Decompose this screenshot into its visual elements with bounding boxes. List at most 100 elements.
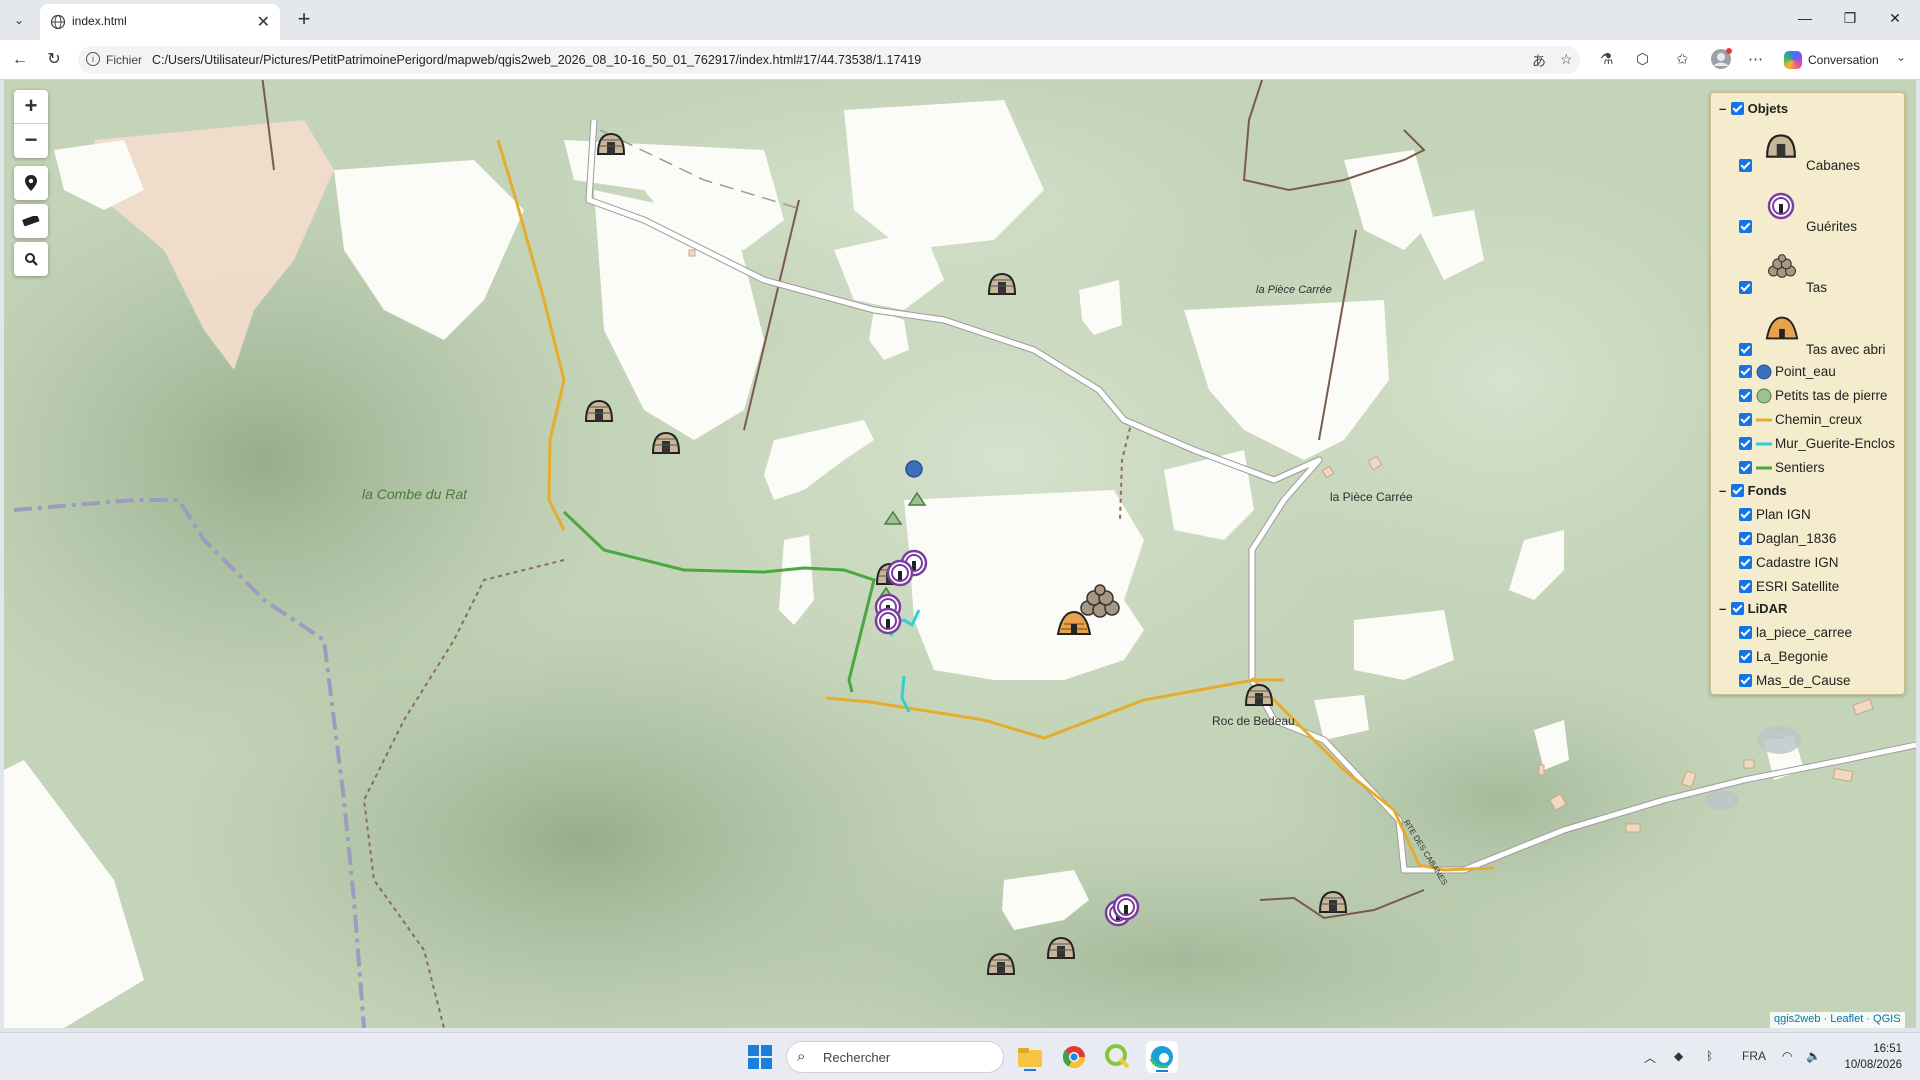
browser-titlebar: ⌄ index.html ✕ + — ❐ ✕ [0,0,1920,40]
browser-tab[interactable]: index.html ✕ [40,4,280,40]
back-icon[interactable]: ← [8,48,32,72]
qgis-icon[interactable] [1102,1041,1134,1073]
sentiers-legend-icon [1756,466,1772,470]
extension-icon[interactable]: ⚗ [1600,50,1613,68]
volume-icon[interactable]: 🔈 [1806,1049,1821,1063]
map-search-button[interactable] [14,242,48,276]
info-icon[interactable]: i [86,52,100,66]
clock-time: 16:51 [1873,1043,1902,1055]
tray-app-icon[interactable]: ◆ [1674,1049,1683,1063]
file-explorer-icon[interactable] [1014,1041,1046,1073]
legend-item-mur[interactable]: Mur_Guerite-Enclos [1739,435,1895,451]
address-prefix: Fichier [106,53,143,67]
globe-icon [50,14,66,30]
reload-icon[interactable]: ↻ [42,48,66,72]
minimize-icon[interactable]: — [1790,10,1820,26]
clock[interactable]: 16:51 10/08/2026 [1832,1041,1902,1073]
copilot-label: Conversation [1808,53,1879,67]
legend-item-petits-tas[interactable]: Petits tas de pierre [1739,387,1888,404]
search-icon [25,253,38,266]
taskbar-search[interactable]: ⌕ Rechercher [786,1041,1004,1073]
chemin-creux-legend-icon [1756,418,1772,422]
map-attribution[interactable]: qgis2web · Leaflet · QGIS [1770,1012,1905,1028]
chrome-icon[interactable] [1058,1041,1090,1073]
tas-legend-icon [1765,253,1799,282]
mur-legend-icon [1756,442,1772,446]
language-indicator[interactable]: FRA [1742,1049,1766,1063]
zoom-in-button[interactable]: + [14,90,48,124]
copilot-icon [1784,51,1802,69]
locate-pin-button[interactable] [14,166,48,200]
leaflet-map[interactable]: la Combe du Rat la Pièce Carrée la Pièce… [4,80,1916,1028]
tray-chevron-icon[interactable]: ︿ [1644,1049,1656,1066]
bluetooth-icon[interactable]: ᛒ [1706,1049,1713,1063]
guerite-marker[interactable] [1112,892,1140,922]
new-tab-icon[interactable]: + [290,6,318,34]
place-label-combe: la Combe du Rat [362,486,468,502]
point-eau-legend-icon [1756,364,1772,380]
copilot-conversation-button[interactable]: Conversation [1780,47,1890,73]
tas-abri-legend-icon [1765,315,1799,344]
legend-item-tas[interactable]: Tas [1739,279,1827,295]
legend-item-cadastre[interactable]: Cadastre IGN [1739,554,1839,570]
legend-item-sentiers[interactable]: Sentiers [1739,459,1825,475]
legend-item-point-eau[interactable]: Point_eau [1739,363,1836,380]
favorites-icon[interactable]: ✩ [1676,50,1689,68]
group-objets[interactable]: – Objets [1719,101,1788,116]
legend-item-tas-avec-abri[interactable]: Tas avec abri [1739,341,1886,357]
place-label-piece-carree-italic: la Pièce Carrée [1256,284,1332,296]
taskbar-search-placeholder: Rechercher [823,1050,891,1065]
legend-item-chemin-creux[interactable]: Chemin_creux [1739,411,1862,427]
restore-icon[interactable]: ❐ [1835,10,1865,27]
cabane-marker[interactable] [987,270,1017,296]
cabane-marker[interactable] [596,130,626,156]
cabane-marker[interactable] [1046,934,1076,960]
petits-tas-legend-icon [1756,388,1772,404]
close-tab-icon[interactable]: ✕ [257,12,270,32]
extensions-puzzle-icon[interactable]: ⬡ [1636,50,1649,68]
legend-item-esri[interactable]: ESRI Satellite [1739,578,1839,594]
group-lidar[interactable]: – LiDAR [1719,601,1787,616]
guerite-marker[interactable] [886,558,914,588]
search-icon: ⌕ [797,1048,806,1065]
tab-title: index.html [72,14,127,28]
cabane-marker[interactable] [584,397,614,423]
legend-item-daglan[interactable]: Daglan_1836 [1739,530,1836,546]
more-menu-icon[interactable]: ⋯ [1748,50,1763,68]
place-label-piece-carree: la Pièce Carrée [1330,490,1413,504]
tab-list-chevron-icon[interactable]: ⌄ [8,9,30,31]
edge-icon[interactable] [1146,1041,1178,1073]
zoom-out-button[interactable]: − [14,124,48,158]
map-basemap [4,80,1916,1028]
zoom-control: + − [14,90,48,158]
cabane-marker[interactable] [1244,681,1274,707]
measure-button[interactable] [14,204,48,238]
sidebar-chevron-icon[interactable]: ⌄ [1896,50,1906,64]
profile-avatar-icon[interactable] [1710,48,1732,74]
address-bar[interactable]: i Fichier C:/Users/Utilisateur/Pictures/… [78,46,1580,74]
clock-date: 10/08/2026 [1844,1059,1902,1071]
legend-item-plan-ign[interactable]: Plan IGN [1739,506,1811,522]
favorite-star-icon[interactable]: ☆ [1560,51,1573,68]
legend-item-cabanes[interactable]: Cabanes [1739,157,1860,173]
legend-item-piece-carree[interactable]: la_piece_carree [1739,624,1852,640]
legend-item-guerites[interactable]: Guérites [1739,218,1857,234]
cabane-marker[interactable] [1318,888,1348,914]
address-toolbar: ← ↻ i Fichier C:/Users/Utilisateur/Pictu… [0,40,1920,80]
legend-item-mas-de-cause[interactable]: Mas_de_Cause [1739,672,1851,688]
windows-taskbar: ⌕ Rechercher ︿ ◆ ᛒ FRA ◠ 🔈 16:51 10/08/2… [0,1032,1920,1080]
translate-icon[interactable]: あ [1532,51,1546,71]
windows-start-icon[interactable] [748,1045,772,1069]
ruler-icon [22,214,40,227]
cabane-marker[interactable] [651,429,681,455]
tas-avec-abri-marker[interactable] [1056,610,1092,636]
wifi-icon[interactable]: ◠ [1782,1049,1792,1063]
group-fonds[interactable]: – Fonds [1719,483,1787,498]
cabane-marker[interactable] [986,950,1016,976]
guerite-marker[interactable] [874,606,902,636]
checkbox[interactable] [1730,102,1744,115]
close-window-icon[interactable]: ✕ [1880,10,1910,27]
layer-legend: – Objets Cabanes Guérites Tas Tas avec a… [1710,92,1905,695]
legend-item-begonie[interactable]: La_Begonie [1739,648,1828,664]
address-url[interactable]: C:/Users/Utilisateur/Pictures/PetitPatri… [152,53,921,67]
